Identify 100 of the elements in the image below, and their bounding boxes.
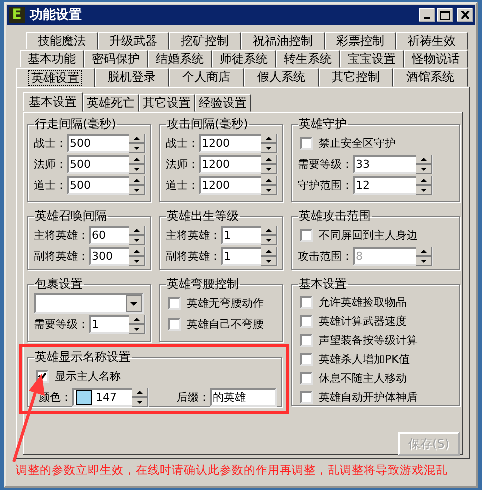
field-label: 道士：	[34, 178, 67, 193]
tab[interactable]: 升级武器	[98, 32, 170, 50]
group-title: 基本设置	[298, 276, 348, 293]
spin-buttons[interactable]	[129, 155, 145, 174]
spin-field[interactable]: 33	[353, 155, 433, 174]
tab[interactable]: 怪物说话	[404, 50, 468, 68]
app-icon: E	[9, 7, 25, 23]
tab[interactable]: 挖矿控制	[169, 32, 242, 50]
spin-buttons[interactable]	[129, 247, 145, 266]
group-title: 行走间隔(毫秒)	[34, 116, 118, 133]
field-label: 副将英雄：	[34, 249, 89, 264]
group-title: 英雄出生等级	[166, 208, 240, 225]
spin-field[interactable]: 300	[89, 247, 146, 266]
spin-field[interactable]: 1200	[199, 176, 278, 195]
tab[interactable]: 经验设置	[195, 94, 251, 112]
spin-buttons[interactable]	[261, 226, 277, 245]
group-title: 英雄召唤间隔	[34, 208, 108, 225]
checkbox[interactable]	[300, 353, 313, 366]
checkbox[interactable]	[300, 137, 313, 150]
spin-field[interactable]: 1200	[199, 134, 278, 153]
spin-field[interactable]: 500	[67, 176, 146, 195]
spin-buttons[interactable]	[416, 176, 432, 195]
maximize-button[interactable]	[437, 8, 453, 22]
checkbox[interactable]	[300, 372, 313, 385]
group-title: 包裹设置	[34, 276, 84, 293]
tab[interactable]: 转生系统	[276, 50, 340, 68]
tab[interactable]: 假人系统	[244, 68, 319, 87]
group-title: 攻击间隔(毫秒)	[166, 116, 250, 133]
spin-buttons[interactable]	[416, 155, 432, 174]
spin-field[interactable]: 500	[67, 134, 146, 153]
group-title: 英雄攻击范围	[298, 208, 372, 225]
checkbox[interactable]	[168, 318, 181, 331]
tab[interactable]: 其它设置	[139, 94, 195, 112]
tab[interactable]: 英雄设置	[16, 68, 95, 87]
field-label: 法师：	[34, 157, 67, 172]
field-label: 需要等级：	[34, 317, 89, 332]
tab[interactable]: 个人商店	[169, 68, 244, 87]
group-title: 英雄显示名称设置	[34, 349, 132, 366]
window-title: 功能设置	[30, 7, 83, 24]
tab[interactable]: 基本设置	[23, 92, 83, 112]
checkbox[interactable]	[300, 315, 313, 328]
tab[interactable]: 祝福油控制	[241, 32, 325, 50]
spin-buttons[interactable]	[132, 388, 148, 407]
checkbox-label: 英雄自动开护体神盾	[319, 390, 418, 405]
field-label: 副将英雄：	[166, 249, 221, 264]
tab[interactable]: 酒馆系统	[393, 68, 468, 87]
field-label: 守护范围：	[298, 178, 353, 193]
field-label: 战士：	[166, 136, 199, 151]
spin-field[interactable]: 1200	[199, 155, 278, 174]
text-field[interactable]: 的英雄	[210, 388, 277, 407]
spin-buttons[interactable]	[129, 134, 145, 153]
spin-buttons[interactable]	[129, 176, 145, 195]
field-label: 后缀：	[176, 390, 210, 405]
group-title: 英雄弯腰控制	[166, 276, 240, 293]
spin-buttons[interactable]	[261, 247, 277, 266]
tab[interactable]: 英雄死亡	[83, 94, 139, 112]
color-field[interactable]: 147	[72, 388, 149, 407]
tab[interactable]: 脱机登录	[94, 68, 170, 87]
warning-note: 调整的参数立即生效，在线时请确认此参数的作用再调整，乱调整将导致游戏混乱	[16, 462, 448, 478]
field-label: 需要等级：	[298, 157, 353, 172]
maximize-icon	[440, 10, 450, 20]
checkbox[interactable]	[300, 296, 313, 309]
dropdown[interactable]	[34, 293, 144, 314]
field-label: 主将英雄：	[166, 228, 221, 243]
checkbox-label: 禁止安全区守护	[319, 136, 396, 151]
field-label: 法师：	[166, 157, 199, 172]
minimize-button[interactable]	[419, 8, 435, 22]
close-icon	[460, 11, 470, 19]
spin-buttons[interactable]	[261, 155, 277, 174]
checkbox-label: 显示主人名称	[55, 369, 121, 384]
spin-buttons[interactable]	[261, 134, 277, 153]
spin-buttons[interactable]	[129, 315, 145, 334]
checkbox-label: 不同屏回到主人身边	[319, 228, 418, 243]
spin-field[interactable]: 60	[89, 226, 146, 245]
spin-field[interactable]: 1	[221, 226, 278, 245]
spin-field[interactable]: 1	[89, 315, 146, 334]
checkbox-label: 声望装备按等级计算	[319, 333, 418, 348]
spin-field[interactable]: 12	[353, 176, 433, 195]
tab[interactable]: 彩票控制	[324, 32, 396, 50]
checkbox[interactable]	[300, 229, 313, 242]
tab[interactable]: 宝宝设置	[340, 50, 404, 68]
checkbox[interactable]	[300, 334, 313, 347]
tab[interactable]: 密码保护	[84, 50, 148, 68]
spin-field[interactable]: 1	[221, 247, 278, 266]
checkbox[interactable]	[168, 297, 181, 310]
tab[interactable]: 基本功能	[20, 50, 84, 68]
checkbox-label: 英雄自己不弯腰	[187, 317, 264, 332]
field-label: 战士：	[34, 136, 67, 151]
tab[interactable]: 师徒系统	[212, 50, 276, 68]
spin-buttons[interactable]	[129, 226, 145, 245]
checkbox[interactable]	[300, 391, 313, 404]
checkbox-label: 英雄计算武器速度	[319, 314, 407, 329]
spin-field[interactable]: 500	[67, 155, 146, 174]
checkbox-label: 英雄无弯腰动作	[187, 296, 264, 311]
close-button[interactable]	[457, 8, 473, 22]
tab[interactable]: 祈祷生效	[396, 32, 468, 50]
tab[interactable]: 技能魔法	[26, 32, 98, 50]
spin-buttons[interactable]	[261, 176, 277, 195]
tab[interactable]: 结婚系统	[148, 50, 212, 68]
tab[interactable]: 其它控制	[318, 68, 394, 87]
